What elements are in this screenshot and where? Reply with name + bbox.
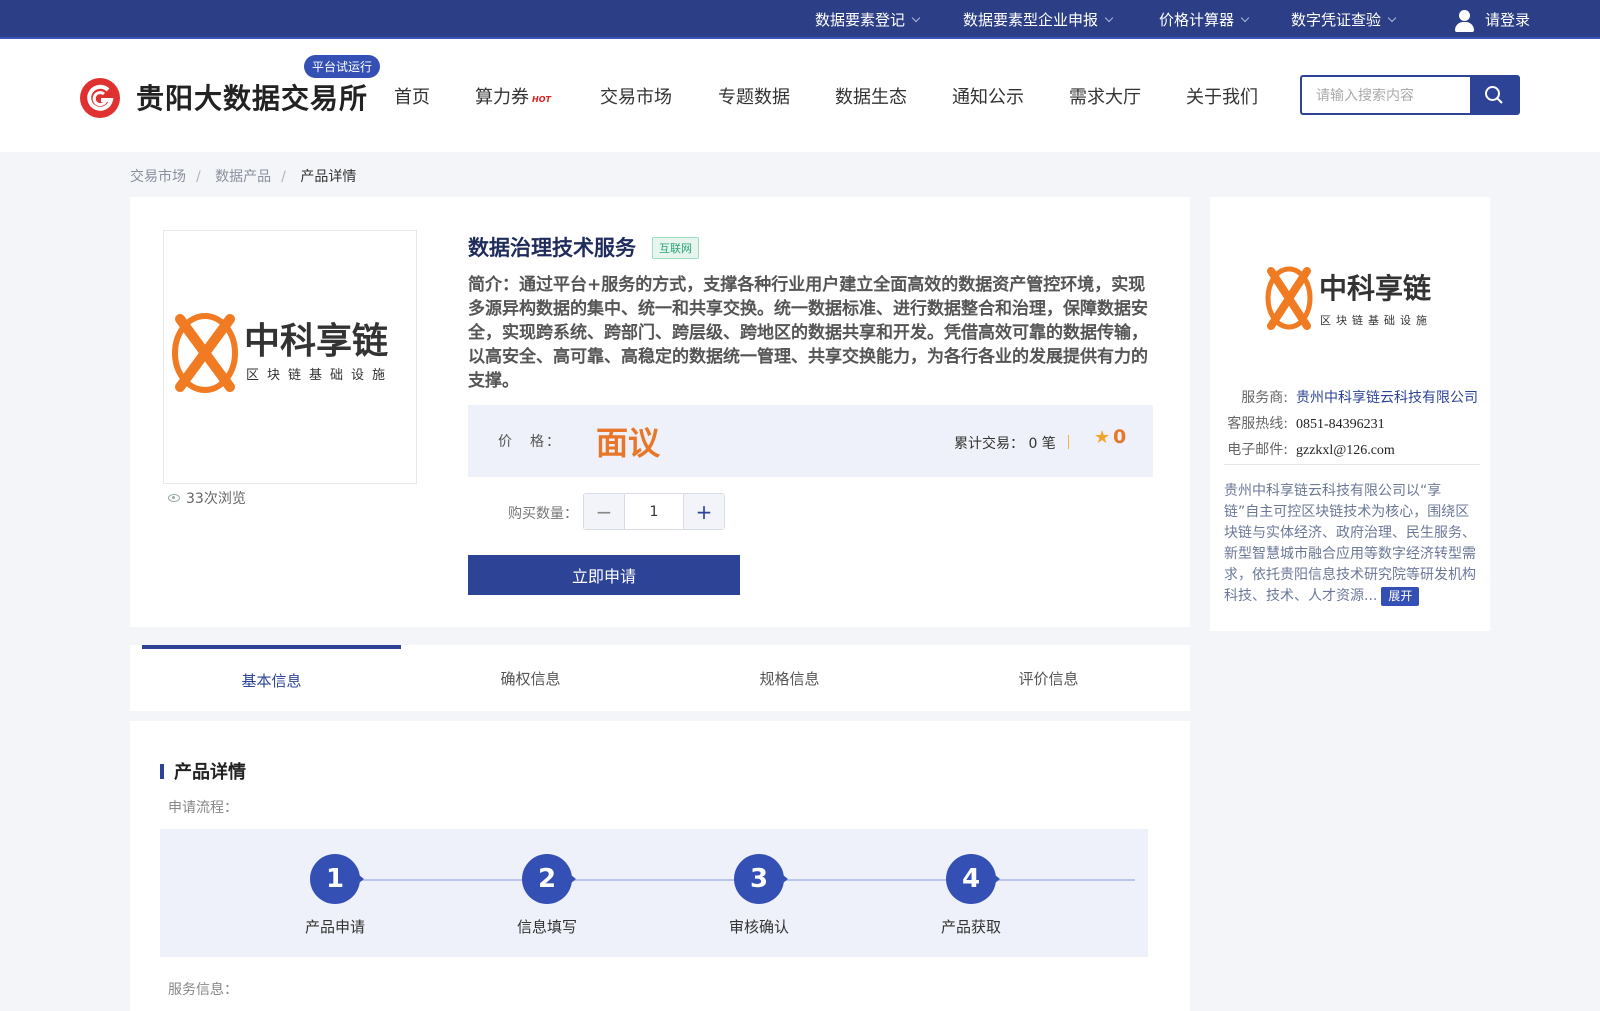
tab-basic-info[interactable]: 基本信息: [142, 645, 401, 711]
view-count: 33次浏览: [168, 488, 246, 508]
tab-rights-info[interactable]: 确权信息: [401, 645, 660, 711]
breadcrumb: 交易市场 / 数据产品 / 产品详情: [130, 169, 357, 185]
step-label: 产品获取: [940, 918, 1001, 936]
chevron-down-icon: [911, 13, 921, 22]
product-image: 中科享链 区块链基础设施: [163, 230, 417, 484]
topnav-price-calculator[interactable]: 价格计算器: [1159, 0, 1250, 39]
email-row: 电子邮件: gzzkxl@126.com: [1227, 442, 1395, 458]
quantity-stepper: − 1 +: [583, 493, 725, 530]
topnav-credential-check[interactable]: 数字凭证查验: [1291, 0, 1397, 39]
site-name: 贵阳大数据交易所: [136, 82, 369, 115]
product-intro: 简介：通过平台+服务的方式，支撑各种行业用户建立全面高效的数据资产管控环境，实现…: [468, 275, 1148, 391]
step-label: 产品申请: [304, 918, 365, 936]
user-icon: [1453, 8, 1475, 32]
flow-label: 申请流程：: [168, 800, 238, 816]
provider-logo-mark: [172, 313, 238, 393]
tab-bar: 基本信息 确权信息 规格信息 评价信息: [130, 645, 1190, 711]
step-label: 审核确认: [728, 918, 789, 936]
topnav-data-registration[interactable]: 数据要素登记: [815, 0, 921, 39]
step-number: 2: [522, 854, 576, 904]
nav-ecosystem[interactable]: 数据生态: [835, 83, 907, 109]
hot-badge: HOT: [532, 95, 551, 104]
top-bar: 数据要素登记 数据要素型企业申报 价格计算器 数字凭证查验 请登录: [0, 0, 1600, 39]
site-logo[interactable]: [80, 78, 120, 118]
price-value: 面议: [596, 424, 661, 462]
provider-name-link[interactable]: 贵州中科享链云科技有限公司: [1296, 390, 1478, 406]
logo-sub-text: 区块链基础设施: [246, 368, 393, 383]
nav-topic-data[interactable]: 专题数据: [718, 83, 790, 109]
price-label: 价 格：: [498, 434, 562, 450]
svg-text:区块链基础设施: 区块链基础设施: [1320, 313, 1432, 327]
breadcrumb-market[interactable]: 交易市场: [130, 169, 186, 185]
provider-description: 贵州中科享链云科技有限公司以“享链”自主可控区块链技术为核心，围绕区块链与实体经…: [1224, 483, 1476, 606]
apply-button[interactable]: 立即申请: [468, 555, 740, 595]
chevron-down-icon: [1387, 13, 1397, 22]
star-icon: ★: [1094, 427, 1111, 448]
decrease-button[interactable]: −: [584, 494, 624, 529]
site-header: 贵阳大数据交易所 平台试运行 首页 算力券 HOT 交易市场 专题数据 数据生态…: [0, 39, 1600, 152]
nav-home[interactable]: 首页: [394, 83, 430, 109]
nav-notices[interactable]: 通知公示: [952, 83, 1024, 109]
breadcrumb-current: 产品详情: [300, 169, 357, 185]
step-number: 4: [946, 854, 1000, 904]
search-button[interactable]: [1470, 77, 1518, 113]
tab-reviews[interactable]: 评价信息: [919, 645, 1178, 711]
service-label: 服务信息：: [168, 982, 238, 998]
step-number: 1: [310, 854, 364, 904]
search-box: [1300, 75, 1520, 115]
email-value: gzzkxl@126.com: [1296, 443, 1395, 458]
chevron-down-icon: [1104, 13, 1114, 22]
hotline-row: 客服热线: 0851-84396231: [1227, 416, 1385, 432]
login-link[interactable]: 请登录: [1453, 0, 1530, 39]
hotline-value: 0851-84396231: [1296, 417, 1385, 432]
trial-badge: 平台试运行: [304, 55, 381, 78]
expand-button[interactable]: 展开: [1381, 586, 1420, 606]
nav-market[interactable]: 交易市场: [600, 83, 672, 109]
logo-main-text: 中科享链: [244, 321, 388, 362]
nav-compute-voucher[interactable]: 算力券: [475, 83, 529, 109]
chevron-down-icon: [1240, 13, 1250, 22]
nav-about[interactable]: 关于我们: [1186, 83, 1258, 109]
quantity-label: 购买数量：: [508, 506, 578, 522]
tab-spec-info[interactable]: 规格信息: [660, 645, 919, 711]
detail-title: 产品详情: [174, 762, 246, 783]
eye-icon: [168, 494, 180, 502]
flow-steps: [160, 829, 1148, 957]
price-box: 价 格： 面议 累计交易： 0 笔 ★ 0: [468, 405, 1153, 477]
search-input[interactable]: [1302, 77, 1472, 113]
svg-text:中科享链: 中科享链: [1319, 272, 1431, 305]
product-title: 数据治理技术服务: [468, 236, 636, 260]
nav-demand-hall[interactable]: 需求大厅: [1069, 83, 1141, 109]
topnav-enterprise-declaration[interactable]: 数据要素型企业申报: [963, 0, 1114, 39]
deal-count: 累计交易： 0 笔: [954, 436, 1056, 452]
increase-button[interactable]: +: [684, 494, 724, 529]
product-tag: 互联网: [652, 237, 699, 259]
provider-row: 服务商: 贵州中科享链云科技有限公司: [1241, 390, 1478, 406]
step-label: 信息填写: [516, 918, 577, 936]
breadcrumb-data-products[interactable]: 数据产品: [215, 169, 271, 185]
quantity-value[interactable]: 1: [624, 494, 684, 529]
search-icon: [1485, 86, 1503, 104]
step-number: 3: [734, 854, 788, 904]
rating-value: 0: [1113, 426, 1127, 448]
provider-logo: 中科享链 区块链基础设施: [1265, 266, 1432, 330]
